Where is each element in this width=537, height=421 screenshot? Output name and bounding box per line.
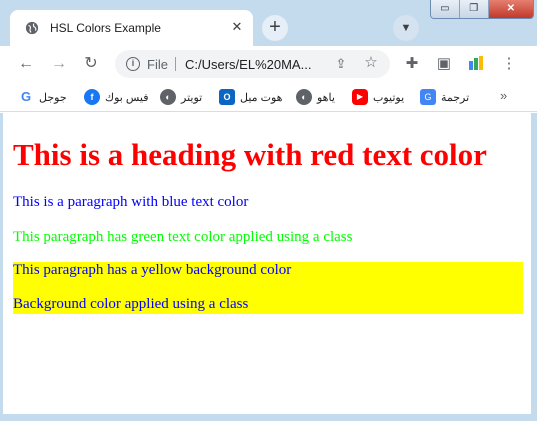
bookmark-label: يوتيوب [373, 91, 405, 104]
class-background-paragraph: Background color applied using a class [13, 296, 249, 312]
bookmark-label: هوت ميل [240, 91, 283, 104]
colorful-extension-icon [469, 56, 483, 70]
bookmark-translate[interactable]: G ترجمة [420, 88, 469, 106]
bookmark-google[interactable]: G جوجل [18, 88, 67, 106]
chevron-down-icon[interactable]: ▼ [393, 15, 419, 41]
yellow-background-block: This paragraph has a yellow background c… [13, 262, 523, 314]
back-arrow-icon[interactable]: ← [14, 52, 38, 76]
blue-paragraph: This is a paragraph with blue text color [13, 194, 249, 210]
window-frame-left [0, 113, 3, 421]
bookmark-label: ياهو [317, 91, 335, 104]
globe-icon: ◐ [160, 89, 176, 105]
url-divider [175, 57, 176, 71]
info-icon[interactable]: i [126, 57, 140, 71]
close-window-button[interactable]: ✕ [488, 0, 533, 18]
window-frame-right [531, 113, 537, 421]
browser-toolbar: ← → ↻ i File C:/Users/EL%20MA... ⇪ ☆ ✚ ▣… [0, 46, 537, 82]
translate-icon: G [420, 89, 436, 105]
share-icon[interactable]: ⇪ [333, 56, 349, 72]
address-bar[interactable]: i File C:/Users/EL%20MA... ⇪ ☆ [115, 50, 390, 78]
forward-arrow-icon[interactable]: → [47, 52, 71, 76]
url-scheme: File [147, 57, 168, 72]
bookmarks-bar: G جوجل f فيس بوك ◐ تويتر O هوت ميل ◐ ياه… [0, 82, 537, 112]
extensions-icon[interactable]: ✚ [402, 54, 422, 74]
minimize-button[interactable]: ▭ [431, 0, 460, 18]
reload-icon[interactable]: ↻ [79, 52, 103, 76]
bookmark-yahoo[interactable]: ◐ ياهو [296, 88, 335, 106]
globe-icon [25, 21, 39, 35]
bookmark-star-icon[interactable]: ☆ [363, 55, 379, 71]
bookmark-twitter[interactable]: ◐ تويتر [160, 88, 202, 106]
window-frame-bottom [0, 414, 537, 421]
side-panel-icon[interactable]: ▣ [434, 54, 454, 74]
red-heading: This is a heading with red text color [13, 137, 487, 172]
green-paragraph: This paragraph has green text color appl… [13, 229, 353, 245]
window-controls: ▭ ❐ ✕ [430, 0, 534, 19]
bookmark-label: فيس بوك [105, 91, 149, 104]
extension-app-icon[interactable] [466, 54, 486, 74]
tab-title: HSL Colors Example [50, 21, 161, 35]
bookmark-label: جوجل [39, 91, 67, 104]
globe-icon: ◐ [296, 89, 312, 105]
bookmark-youtube[interactable]: ▶ يوتيوب [352, 88, 404, 106]
menu-kebab-icon[interactable]: ⋮ [499, 54, 519, 74]
close-tab-icon[interactable]: ✕ [230, 20, 244, 34]
bookmark-hotmail[interactable]: O هوت ميل [219, 88, 282, 106]
page-viewport: This is a heading with red text color Th… [0, 113, 537, 421]
url-text[interactable]: C:/Users/EL%20MA... [185, 57, 311, 72]
google-icon: G [18, 89, 34, 105]
bookmark-label: ترجمة [441, 91, 470, 104]
bookmark-facebook[interactable]: f فيس بوك [84, 88, 148, 106]
bookmarks-overflow-icon[interactable]: » [500, 88, 507, 103]
outlook-icon: O [219, 89, 235, 105]
new-tab-button[interactable]: + [262, 15, 288, 41]
facebook-icon: f [84, 89, 100, 105]
tab-hsl-colors[interactable]: HSL Colors Example ✕ [10, 10, 253, 46]
bookmark-label: تويتر [181, 91, 203, 104]
restore-button[interactable]: ❐ [459, 0, 489, 18]
youtube-icon: ▶ [352, 89, 368, 105]
yellow-paragraph: This paragraph has a yellow background c… [13, 262, 292, 278]
tab-strip: HSL Colors Example ✕ + ▼ ▭ ❐ ✕ [0, 0, 537, 46]
